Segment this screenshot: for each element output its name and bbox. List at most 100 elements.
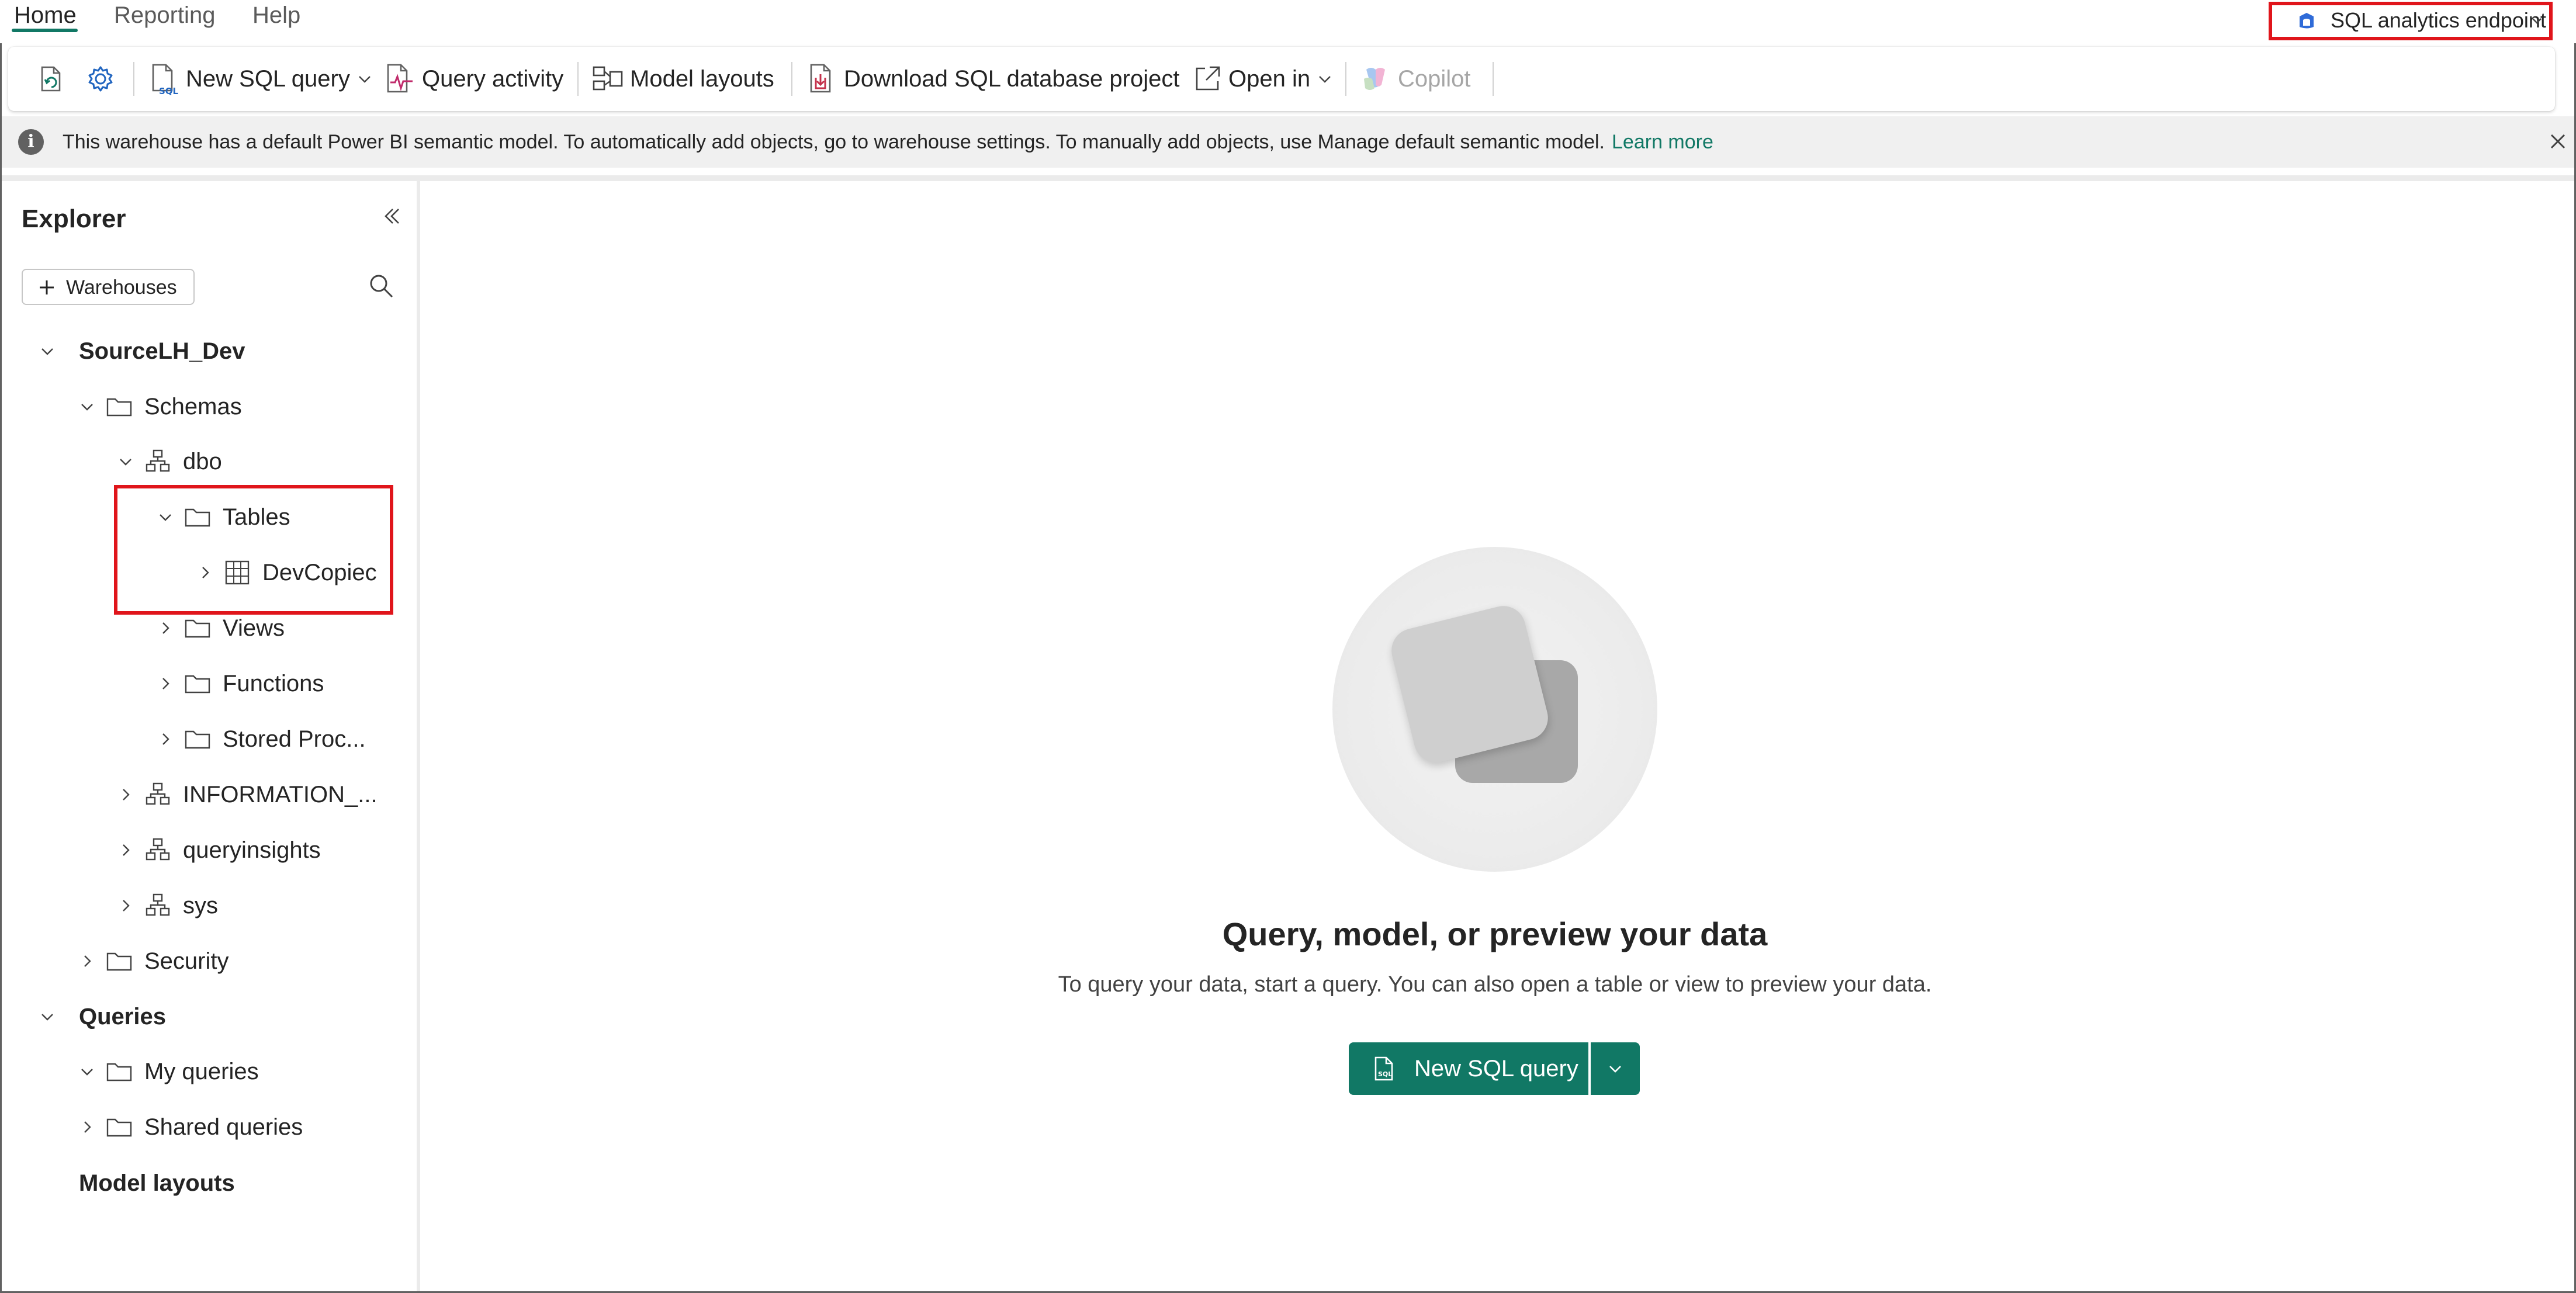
folder-icon xyxy=(106,398,132,417)
tree-label: Schemas xyxy=(144,393,242,420)
tree-node-shared-queries[interactable]: Shared queries xyxy=(79,1100,303,1155)
folder-icon xyxy=(106,1063,132,1081)
settings-button[interactable] xyxy=(84,60,117,98)
copilot-icon xyxy=(1364,68,1385,90)
tree-node-security[interactable]: Security xyxy=(79,934,229,989)
toolbar: SQL New SQL query Query activity Model l… xyxy=(8,47,2555,111)
tree-node-stored-procedures[interactable]: Stored Proc... xyxy=(157,712,366,767)
chevron-right-icon xyxy=(162,733,169,745)
tree-node-dbo[interactable]: dbo xyxy=(117,434,222,489)
empty-state-subtitle: To query your data, start a query. You c… xyxy=(1058,972,1932,997)
tree-label: My queries xyxy=(144,1058,259,1084)
info-bar: i This warehouse has a default Power BI … xyxy=(2,116,2574,168)
toolbar-separator xyxy=(791,62,792,96)
schema-icon xyxy=(146,449,170,472)
table-icon xyxy=(225,560,250,585)
tree-label: Security xyxy=(144,948,229,974)
tab-reporting[interactable]: Reporting xyxy=(114,0,215,30)
open-external-icon xyxy=(1196,66,1220,91)
tree-node-tables[interactable]: Tables xyxy=(157,490,290,545)
tree-label: Tables xyxy=(223,504,290,530)
tree-node-queryinsights[interactable]: queryinsights xyxy=(117,823,321,878)
tree-label: DevCopiec xyxy=(262,559,377,585)
schema-icon xyxy=(146,782,170,805)
query-activity-label: Query activity xyxy=(422,65,564,92)
folder-icon xyxy=(185,619,210,638)
chevron-right-icon xyxy=(123,900,130,911)
tree-node-model-layouts[interactable]: Model layouts xyxy=(39,1156,235,1211)
copilot-label: Copilot xyxy=(1398,65,1471,92)
tree-node-my-queries[interactable]: My queries xyxy=(79,1044,259,1099)
sql-file-icon: SQL xyxy=(1374,1056,1393,1081)
tree-label: Views xyxy=(223,615,285,641)
header-divider xyxy=(2,175,2574,181)
model-layouts-label: Model layouts xyxy=(630,65,774,92)
tree-label: Functions xyxy=(223,670,324,696)
folder-icon xyxy=(185,675,210,694)
chevron-down-icon xyxy=(160,514,171,521)
new-sql-query-primary-label: New SQL query xyxy=(1414,1056,1578,1081)
tree-node-queries[interactable]: Queries xyxy=(39,989,166,1044)
new-sql-query-dropdown-button[interactable] xyxy=(1591,1042,1640,1095)
tree-node-information-schema[interactable]: INFORMATION_... xyxy=(117,767,378,822)
tree-label: queryinsights xyxy=(183,837,321,863)
active-tab-indicator xyxy=(12,29,78,32)
tree-node-functions[interactable]: Functions xyxy=(157,656,324,711)
tree-label: dbo xyxy=(183,448,222,474)
copilot-button[interactable]: Copilot xyxy=(1358,60,1471,98)
tree-label: sys xyxy=(183,892,218,918)
close-icon[interactable] xyxy=(2546,129,2570,154)
plus-icon xyxy=(40,280,54,294)
add-warehouses-label: Warehouses xyxy=(66,276,177,299)
chevron-right-icon xyxy=(162,678,169,689)
chevron-down-icon xyxy=(1609,1066,1621,1073)
download-project-label: Download SQL database project xyxy=(844,65,1180,92)
new-sql-query-primary-button[interactable]: SQL New SQL query xyxy=(1349,1042,1588,1095)
folder-icon xyxy=(106,952,132,971)
gear-icon xyxy=(88,66,113,92)
schema-icon xyxy=(146,838,170,861)
toolbar-separator xyxy=(1345,62,1346,96)
refresh-icon xyxy=(41,66,61,92)
tree-label: INFORMATION_... xyxy=(183,781,378,807)
new-sql-query-split-button: SQL New SQL query xyxy=(1349,1042,1640,1095)
tree-node-sys[interactable]: sys xyxy=(117,878,218,933)
info-icon: i xyxy=(18,129,44,155)
tree-label: Shared queries xyxy=(144,1114,303,1140)
tab-home[interactable]: Home xyxy=(14,0,77,30)
open-in-button[interactable]: Open in xyxy=(1191,60,1334,98)
download-icon xyxy=(810,64,831,93)
tab-help[interactable]: Help xyxy=(252,0,300,30)
query-activity-button[interactable]: Query activity xyxy=(382,60,563,98)
chevron-right-icon xyxy=(123,789,130,800)
folder-icon xyxy=(185,730,210,749)
info-message-text: This warehouse has a default Power BI se… xyxy=(63,131,1605,153)
tree-node-schemas[interactable]: Schemas xyxy=(79,379,242,434)
chevron-down-icon xyxy=(120,459,131,466)
activity-icon xyxy=(387,64,413,93)
chevron-down-icon xyxy=(41,1014,53,1021)
chevron-down-icon xyxy=(81,404,93,411)
chevron-right-icon xyxy=(123,844,130,856)
tree-label: Stored Proc... xyxy=(223,726,366,752)
add-warehouses-button[interactable]: Warehouses xyxy=(22,269,195,305)
endpoint-switcher[interactable]: SQL analytics endpoint xyxy=(2269,2,2553,40)
search-icon[interactable] xyxy=(366,271,396,300)
folder-icon xyxy=(106,1118,132,1137)
tree-node-sourcelh-dev[interactable]: SourceLH_Dev xyxy=(39,324,245,379)
tree-node-views[interactable]: Views xyxy=(157,601,285,656)
sql-file-icon: SQL xyxy=(152,64,179,96)
chevron-right-icon xyxy=(84,955,91,967)
chevron-down-icon xyxy=(359,76,371,83)
chevron-down-icon xyxy=(1319,76,1331,83)
learn-more-link[interactable]: Learn more xyxy=(1612,131,1713,153)
chevron-down-icon xyxy=(41,348,53,355)
tree-node-devcopied[interactable]: DevCopiec xyxy=(197,545,377,600)
model-layouts-icon xyxy=(593,66,623,91)
refresh-button[interactable] xyxy=(34,60,67,98)
model-layouts-button[interactable]: Model layouts xyxy=(590,60,774,98)
download-project-button[interactable]: Download SQL database project xyxy=(804,60,1179,98)
new-sql-query-button[interactable]: SQL New SQL query xyxy=(146,60,373,98)
explorer-pane: Explorer Warehouses SourceLH_Dev Schemas… xyxy=(2,181,417,1291)
collapse-pane-icon[interactable] xyxy=(379,203,404,229)
